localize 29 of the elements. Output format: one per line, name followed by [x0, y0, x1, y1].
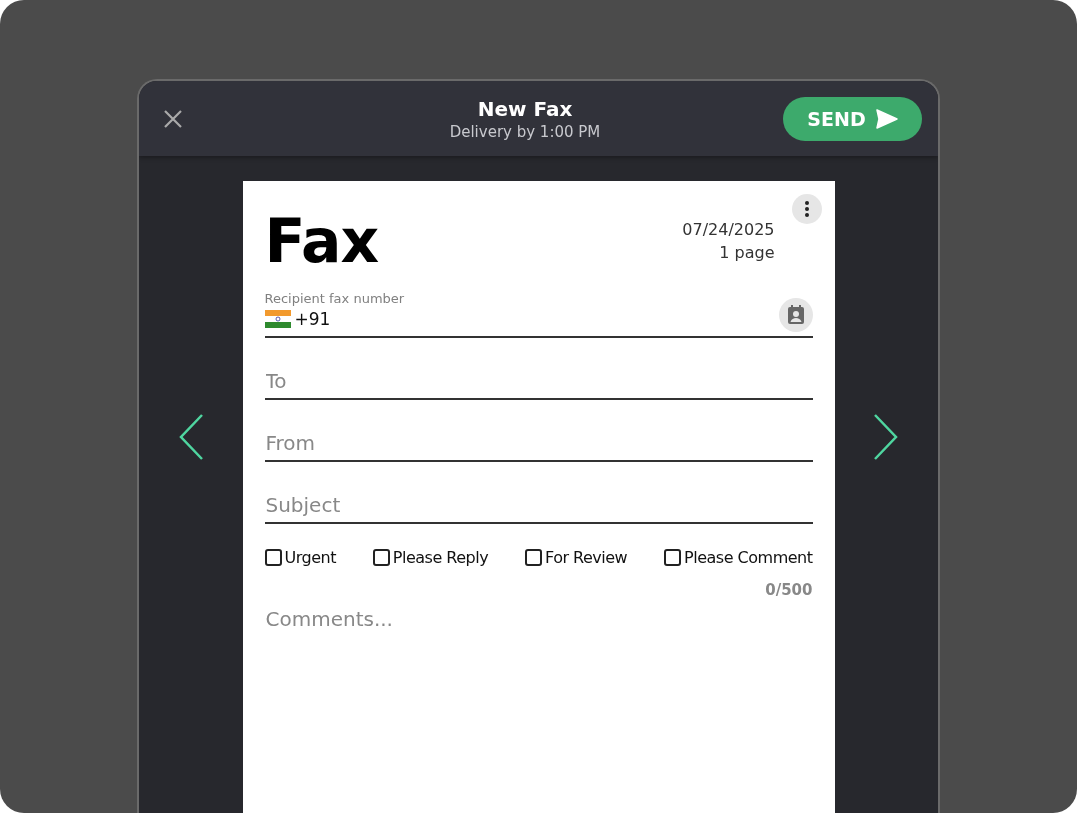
- checkbox[interactable]: [664, 549, 682, 566]
- page-count: 1 page: [719, 242, 775, 264]
- next-button[interactable]: [873, 413, 900, 461]
- character-counter: 0/500: [764, 581, 813, 599]
- checkbox-option[interactable]: Please Reply: [372, 548, 489, 567]
- fax-date: 07/24/2025: [682, 219, 775, 241]
- option-label: Urgent: [284, 548, 336, 567]
- contact-card-icon: [786, 305, 805, 325]
- fax-title: Fax: [264, 209, 379, 273]
- checkbox-option[interactable]: For Review: [525, 548, 628, 567]
- send-icon: [875, 108, 898, 129]
- flag-icon: [264, 310, 291, 328]
- delivery-time: Delivery by 1:00 PM: [449, 122, 601, 141]
- field-label: Recipient fax number: [264, 291, 406, 306]
- checkbox[interactable]: [525, 549, 543, 566]
- close-icon: [163, 108, 183, 129]
- country-code: +91: [294, 309, 332, 329]
- contacts-button[interactable]: [778, 298, 813, 332]
- checkbox-option[interactable]: Urgent: [264, 548, 336, 567]
- previous-button[interactable]: [177, 413, 204, 461]
- chevron-left-icon: [177, 413, 204, 461]
- checkbox[interactable]: [372, 549, 390, 566]
- option-label: For Review: [545, 548, 628, 567]
- option-label: Please Reply: [392, 548, 489, 567]
- checkbox[interactable]: [264, 549, 282, 566]
- more-icon: [804, 201, 809, 217]
- chevron-right-icon: [873, 413, 900, 461]
- more-button[interactable]: [791, 194, 822, 224]
- window-title: New Fax: [477, 96, 573, 121]
